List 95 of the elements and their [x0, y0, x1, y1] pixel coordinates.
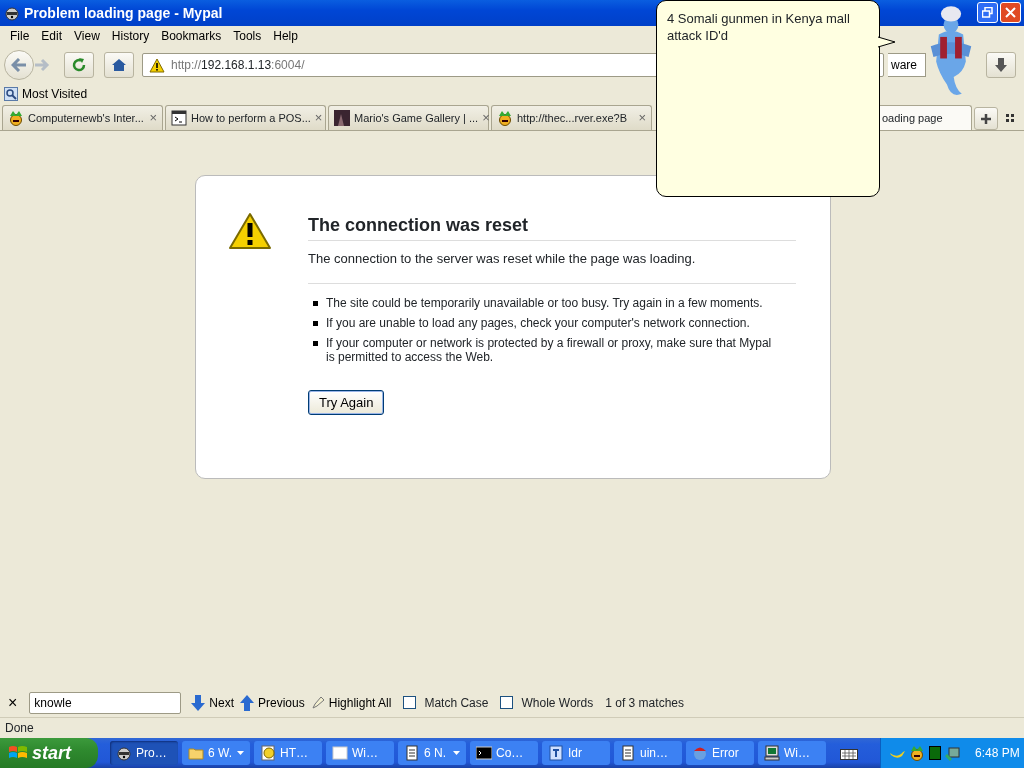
browser-tab[interactable]: http://thec...rver.exe?B ×	[491, 105, 652, 130]
menu-item[interactable]: Tools	[227, 26, 268, 46]
menu-item[interactable]: View	[68, 26, 106, 46]
network-icon[interactable]	[945, 745, 961, 761]
forward-arrow-icon	[34, 58, 50, 72]
window-icon	[332, 745, 348, 761]
taskbar-button[interactable]: Error	[686, 741, 754, 765]
error-message: The connection to the server was reset while the page was loading.	[308, 249, 796, 284]
back-arrow-icon	[11, 58, 27, 72]
browser-tab[interactable]: How to perform a POS... ×	[165, 105, 326, 130]
tab-label: Computernewb's Inter...	[28, 110, 144, 126]
warning-icon	[229, 212, 271, 250]
restore-icon	[982, 7, 993, 18]
bookmark-item[interactable]: Most Visited	[4, 85, 88, 103]
balloon-text: 4 Somali gunmen in Kenya mall attack ID'd	[667, 10, 851, 44]
close-find-button[interactable]: ×	[8, 690, 18, 715]
close-tab-icon[interactable]: ×	[482, 108, 490, 128]
taskbar-button[interactable]: Idr	[542, 741, 610, 765]
menu-item[interactable]: Edit	[35, 26, 69, 46]
home-icon	[111, 57, 127, 73]
back-button[interactable]	[4, 50, 34, 80]
reload-icon	[71, 57, 87, 73]
taskbar-button[interactable]: Co…	[470, 741, 538, 765]
restore-button[interactable]	[977, 2, 998, 23]
notepad-icon	[404, 745, 420, 761]
error-title: The connection was reset	[308, 212, 796, 241]
tab-label: How to perform a POS...	[191, 110, 311, 126]
bullet-marker	[313, 340, 318, 346]
status-text: Done	[5, 720, 34, 737]
taskbar-button[interactable]: Wi…	[758, 741, 826, 765]
highlight-all-button[interactable]: Highlight All	[310, 693, 392, 712]
menu-item[interactable]: File	[4, 26, 36, 46]
console-icon	[476, 745, 492, 761]
home-button[interactable]	[104, 52, 134, 78]
close-tab-icon[interactable]: ×	[314, 108, 323, 128]
up-arrow-icon	[240, 694, 255, 711]
help-file-icon	[260, 745, 276, 761]
thumbnail-icon	[334, 110, 350, 126]
find-field[interactable]: knowle	[29, 691, 182, 714]
start-button[interactable]: start	[0, 738, 98, 768]
search-field[interactable]: ware	[888, 53, 926, 77]
folder-icon	[188, 745, 204, 761]
grip-icon	[1006, 114, 1014, 122]
close-button[interactable]	[1000, 2, 1021, 23]
match-count: 1 of 3 matches	[605, 694, 684, 712]
checkbox-option[interactable]: Match Case	[403, 693, 489, 712]
bullet-marker	[313, 300, 318, 306]
monitor-icon[interactable]	[929, 746, 941, 760]
checkbox[interactable]	[403, 696, 417, 709]
taskbar-button[interactable]: Pro…	[110, 741, 178, 765]
download-icon	[994, 57, 1008, 73]
browser-tab[interactable]: Mario's Game Gallery | ... ×	[328, 105, 489, 130]
checkbox-option[interactable]: Whole Words	[500, 693, 594, 712]
menu-item[interactable]: History	[105, 26, 156, 46]
taskbar-button[interactable]: 6 N.	[398, 741, 466, 765]
bullet-text: The site could be temporarily unavailable or too busy. Try again in a few moments.	[326, 295, 763, 310]
tab-label: oading page	[882, 110, 943, 126]
highlighter-icon	[310, 695, 325, 710]
notepad-icon	[620, 745, 636, 761]
bullet-text: If you are unable to load any pages, check your computer's network connection.	[326, 315, 750, 330]
reload-button[interactable]	[64, 52, 94, 78]
jester-icon	[497, 110, 513, 126]
url-text: http://192.168.1.13:6004/	[171, 57, 305, 74]
menu-item[interactable]: Help	[267, 26, 304, 46]
jester-icon[interactable]	[909, 745, 925, 761]
taskbar-button[interactable]: uin…	[614, 741, 682, 765]
taskbar-button[interactable]: HT…	[254, 741, 322, 765]
down-arrow-icon	[191, 694, 206, 711]
warning-icon	[149, 57, 165, 73]
browser-tab[interactable]: Computernewb's Inter... ×	[2, 105, 163, 130]
checkbox[interactable]	[500, 696, 514, 709]
new-tab-button[interactable]	[974, 107, 998, 130]
tab-label: Mario's Game Gallery | ...	[354, 110, 479, 126]
bullet-text: If your computer or network is protected by a firewall or proxy, make sure that Mypal is permitted to access the Web.	[326, 335, 773, 364]
document-icon	[548, 745, 564, 761]
plus-icon	[980, 112, 992, 125]
taskbar-button[interactable]: Wi…	[326, 741, 394, 765]
try-again-button[interactable]: Try Again	[308, 389, 385, 415]
terminal-icon	[171, 110, 187, 126]
bookmark-folder-icon	[4, 87, 18, 101]
menu-item[interactable]: Bookmarks	[155, 26, 228, 46]
window-title: Problem loading page - Mypal	[24, 3, 223, 23]
close-tab-icon[interactable]: ×	[638, 108, 646, 128]
tab-label: http://thec...rver.exe?B	[517, 110, 628, 126]
previous-button[interactable]: Previous	[240, 693, 305, 712]
jester-icon	[8, 110, 24, 126]
taskbar-button[interactable]: 6 W.	[182, 741, 250, 765]
close-icon	[1005, 7, 1016, 18]
bullet-marker	[313, 320, 318, 326]
keyboard-icon[interactable]	[840, 746, 858, 760]
computer-icon	[764, 745, 780, 761]
clock: 6:48 PM	[975, 745, 1020, 762]
close-tab-icon[interactable]: ×	[149, 108, 157, 128]
download-button[interactable]	[986, 52, 1016, 78]
next-button[interactable]: Next	[191, 693, 235, 712]
